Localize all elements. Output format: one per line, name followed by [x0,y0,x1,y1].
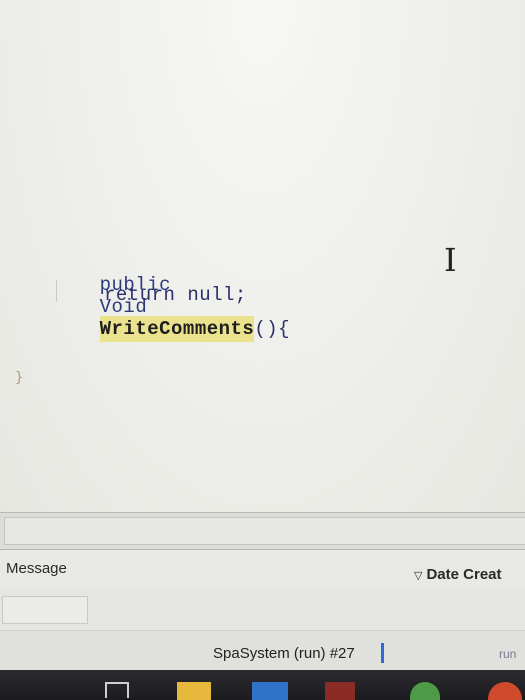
mail-icon[interactable] [252,682,288,700]
table-cell[interactable] [2,596,88,624]
message-column-header[interactable]: Message [6,560,67,577]
chrome-icon[interactable] [410,682,440,700]
run-task-label[interactable]: SpaSystem (run) #27 [213,645,355,662]
progress-indicator [381,643,384,663]
app-icon[interactable] [325,682,355,700]
sort-descending-icon: ▽ [414,570,423,582]
filter-field[interactable] [4,517,525,545]
code-line-2[interactable]: return null; [104,284,247,306]
date-created-label: Date Creat [426,566,502,583]
taskbar [0,670,525,700]
method-name[interactable]: WriteComments [99,316,255,342]
run-status-label: run [499,647,517,661]
browser-icon[interactable] [488,682,522,700]
output-panel-toolbar [0,512,525,550]
output-table-header: Message ▽ Date Creat [0,550,525,591]
date-created-column-header[interactable]: ▽ Date Creat [414,566,502,583]
text-cursor-icon: I [444,241,457,279]
output-table-body [0,590,525,630]
code-line-1[interactable]: public Void WriteComments(){ [52,252,290,362]
method-signature-suffix: (){ [254,318,291,340]
code-editor[interactable]: public Void WriteComments(){ return null… [0,0,525,512]
task-view-icon[interactable] [105,682,129,698]
file-explorer-icon[interactable] [177,682,211,700]
indent-guide [56,280,57,302]
closing-brace: } [15,370,24,386]
status-bar: SpaSystem (run) #27 run [0,630,525,671]
